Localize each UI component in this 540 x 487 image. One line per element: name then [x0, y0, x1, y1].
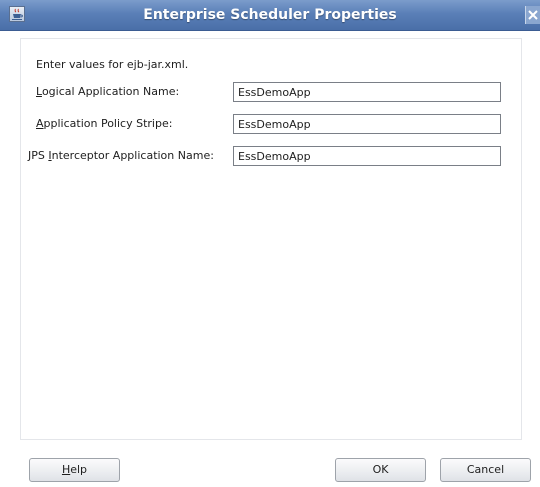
title-bar[interactable]: Enterprise Scheduler Properties	[0, 0, 540, 31]
logical-application-name-label: Logical Application Name:	[36, 85, 180, 98]
ok-button[interactable]: OK	[335, 458, 426, 482]
application-policy-stripe-label: Application Policy Stripe:	[36, 117, 173, 130]
help-button[interactable]: Help	[29, 458, 120, 482]
jps-interceptor-application-name-label: JPS Interceptor Application Name:	[28, 149, 214, 162]
application-policy-stripe-field[interactable]	[233, 114, 501, 134]
jps-label-prefix: JPS	[28, 149, 49, 162]
close-button[interactable]	[525, 6, 540, 24]
cancel-button[interactable]: Cancel	[440, 458, 531, 482]
close-icon	[528, 10, 538, 20]
jps-interceptor-application-name-field[interactable]	[233, 146, 501, 166]
jps-label-rest: nterceptor Application Name:	[51, 149, 214, 162]
intro-text: Enter values for ejb-jar.xml.	[36, 58, 189, 71]
dialog-title: Enterprise Scheduler Properties	[143, 7, 397, 23]
dialog-window: Enterprise Scheduler Properties Enter va…	[0, 0, 540, 487]
logical-application-name-field[interactable]	[233, 82, 501, 102]
